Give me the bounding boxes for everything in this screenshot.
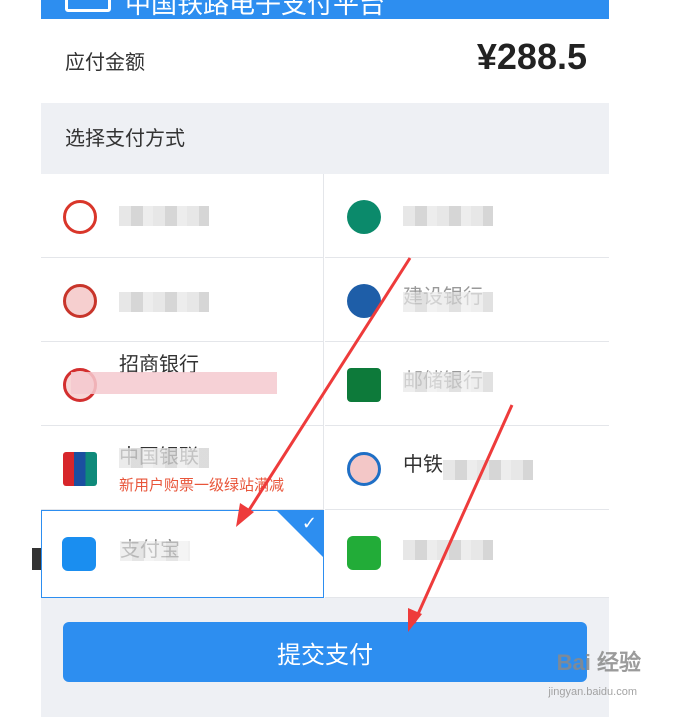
annotation-arrows xyxy=(236,257,514,632)
watermark-url: jingyan.baidu.com xyxy=(548,686,637,698)
arrow-line-to-alipay xyxy=(242,257,412,519)
watermark-brand: Bai 经验 xyxy=(556,650,641,675)
arrow-line-to-submit xyxy=(412,404,514,624)
